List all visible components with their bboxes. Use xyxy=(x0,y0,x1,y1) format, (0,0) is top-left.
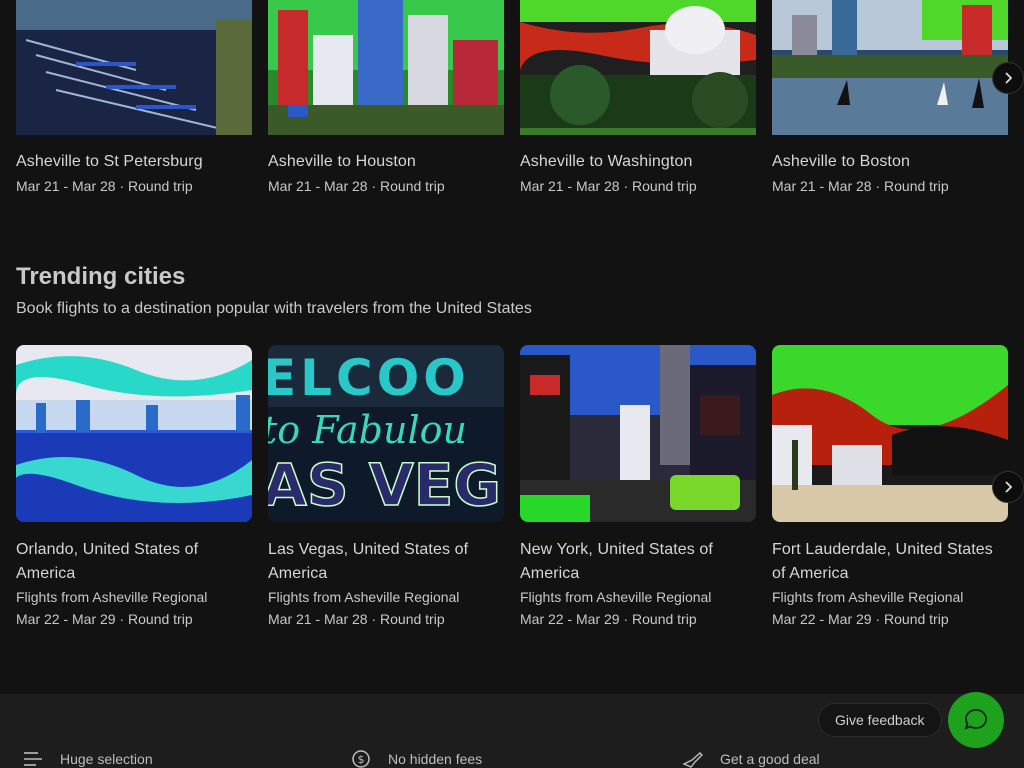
city-title: New York, United States of America xyxy=(520,541,713,582)
next-routes-button[interactable] xyxy=(992,62,1024,94)
chat-bubble-icon xyxy=(964,709,987,730)
feature-label: No hidden fees xyxy=(388,751,483,767)
sign-line-2: to Fabulou xyxy=(268,408,467,452)
city-title: Las Vegas, United States of America xyxy=(268,541,469,582)
route-dates: Mar 21 - Mar 28 · Round trip xyxy=(16,178,193,194)
feature-good-deal: Get a good deal xyxy=(682,750,820,768)
city-from: Flights from Asheville Regional xyxy=(268,589,460,605)
route-card-houston[interactable]: Asheville to Houston Mar 21 - Mar 28 · R… xyxy=(268,0,504,197)
city-title: Fort Lauderdale, United States of Americ… xyxy=(772,541,993,582)
route-dates: Mar 21 - Mar 28 · Round trip xyxy=(268,178,445,194)
city-image-lake xyxy=(16,345,252,522)
chevron-right-icon xyxy=(1005,72,1013,84)
feature-label: Get a good deal xyxy=(720,751,820,767)
next-cities-button[interactable] xyxy=(992,471,1024,503)
sign-line-1: ELCOO xyxy=(268,349,470,407)
feature-huge-selection: Huge selection xyxy=(22,750,153,768)
route-dates: Mar 21 - Mar 28 · Round trip xyxy=(772,178,949,194)
route-dates: Mar 21 - Mar 28 · Round trip xyxy=(520,178,697,194)
feature-no-hidden-fees: $ No hidden fees xyxy=(350,750,482,768)
featured-routes-row: Asheville to St Petersburg Mar 21 - Mar … xyxy=(16,0,1024,197)
trending-title: Trending cities xyxy=(16,263,186,290)
city-card-new-york[interactable]: New York, United States of America Fligh… xyxy=(520,345,756,630)
city-from: Flights from Asheville Regional xyxy=(16,589,208,605)
route-image-marina xyxy=(16,0,252,135)
route-title: Asheville to Boston xyxy=(772,153,910,170)
route-image-harbor xyxy=(772,0,1008,135)
route-card-st-petersburg[interactable]: Asheville to St Petersburg Mar 21 - Mar … xyxy=(16,0,252,197)
chat-button[interactable] xyxy=(948,692,1004,748)
give-feedback-button[interactable]: Give feedback xyxy=(818,703,942,737)
route-image-skyline xyxy=(268,0,504,135)
city-dates: Mar 22 - Mar 29 · Round trip xyxy=(16,611,193,627)
city-dates: Mar 21 - Mar 28 · Round trip xyxy=(268,611,445,627)
city-dates: Mar 22 - Mar 29 · Round trip xyxy=(772,611,949,627)
route-image-capitol xyxy=(520,0,756,135)
chevron-right-icon xyxy=(1005,481,1013,493)
city-image-beach xyxy=(772,345,1008,522)
page: Asheville to St Petersburg Mar 21 - Mar … xyxy=(0,0,1024,768)
city-card-orlando[interactable]: Orlando, United States of America Flight… xyxy=(16,345,252,630)
route-title: Asheville to St Petersburg xyxy=(16,153,203,170)
route-title: Asheville to Houston xyxy=(268,153,416,170)
city-dates: Mar 22 - Mar 29 · Round trip xyxy=(520,611,697,627)
list-icon xyxy=(24,752,42,766)
dollar-icon: $ xyxy=(352,750,370,768)
plane-deal-icon xyxy=(682,752,703,768)
svg-text:$: $ xyxy=(358,753,365,766)
city-card-fort-lauderdale[interactable]: Fort Lauderdale, United States of Americ… xyxy=(772,345,1024,630)
city-image-street xyxy=(520,345,756,522)
trending-subtitle: Book flights to a destination popular wi… xyxy=(16,300,532,317)
trending-cities-row: Orlando, United States of America Flight… xyxy=(16,345,1024,630)
feature-label: Huge selection xyxy=(60,751,153,767)
route-card-washington[interactable]: Asheville to Washington Mar 21 - Mar 28 … xyxy=(520,0,756,197)
city-from: Flights from Asheville Regional xyxy=(520,589,712,605)
sign-line-3: AS VEG xyxy=(268,451,501,519)
city-from: Flights from Asheville Regional xyxy=(772,589,964,605)
city-card-las-vegas[interactable]: ELCOO to Fabulou AS VEG Las Vegas, Unite… xyxy=(268,345,504,630)
route-card-boston[interactable]: Asheville to Boston Mar 21 - Mar 28 · Ro… xyxy=(772,0,1024,197)
city-title: Orlando, United States of America xyxy=(16,541,199,582)
route-title: Asheville to Washington xyxy=(520,153,693,170)
city-image-sign: ELCOO to Fabulou AS VEG xyxy=(268,345,504,522)
